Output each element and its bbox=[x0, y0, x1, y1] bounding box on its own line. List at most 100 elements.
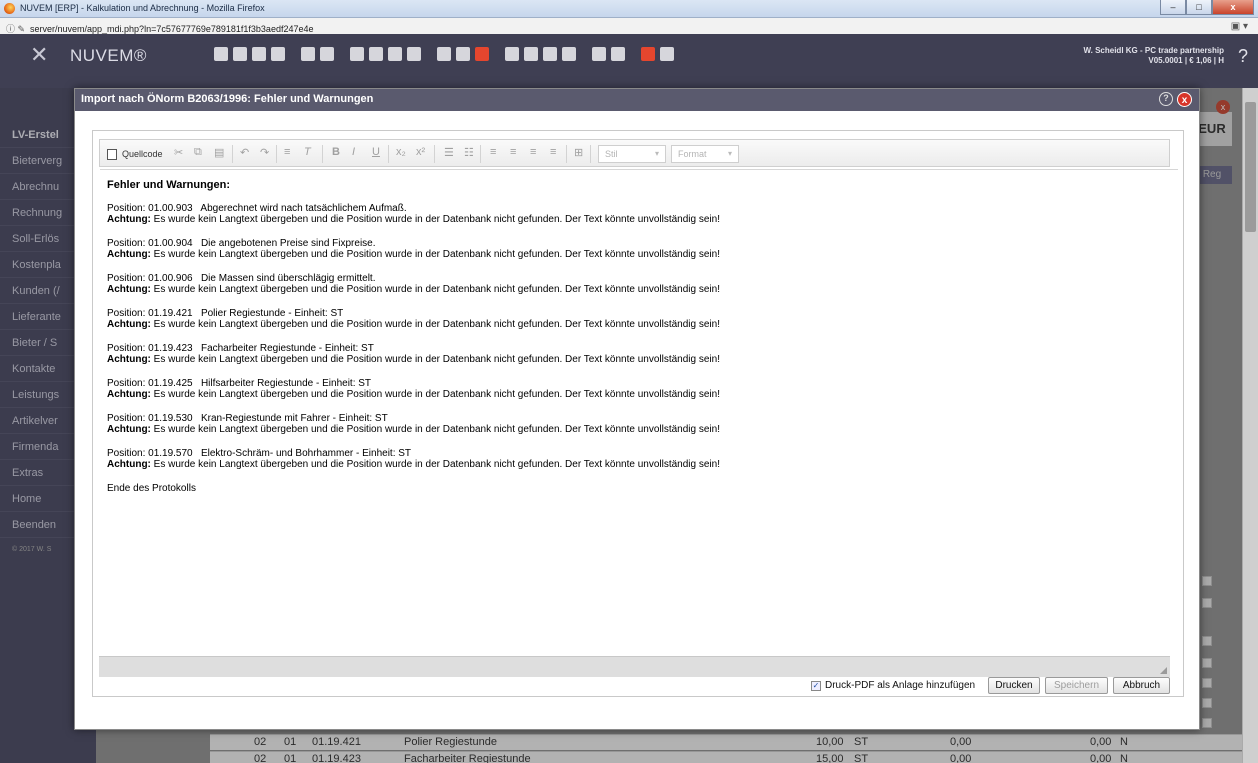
edit-icon[interactable] bbox=[456, 47, 470, 61]
chevron-down-icon: ▾ bbox=[654, 149, 659, 158]
notifications-icon[interactable] bbox=[660, 47, 674, 61]
warning-label: Achtung: bbox=[107, 319, 151, 330]
dialog-close-icon[interactable]: x bbox=[1177, 92, 1192, 107]
warning-line: Achtung: Es wurde kein Langtext übergebe… bbox=[107, 389, 1171, 400]
toolbar-separator bbox=[566, 145, 567, 163]
paste-icon[interactable]: ▤ bbox=[214, 146, 224, 159]
export-icon[interactable] bbox=[592, 47, 606, 61]
warning-text: Es wurde kein Langtext übergeben und die… bbox=[150, 249, 720, 260]
remove-format-icon[interactable]: T bbox=[304, 146, 311, 158]
dialog-help-icon[interactable]: ? bbox=[1159, 92, 1173, 106]
warning-line: Achtung: Es wurde kein Langtext übergebe… bbox=[107, 284, 1171, 295]
warning-line: Achtung: Es wurde kein Langtext übergebe… bbox=[107, 319, 1171, 330]
toolbar-separator bbox=[276, 145, 277, 163]
numbered-list-icon[interactable]: ☰ bbox=[444, 146, 454, 159]
format-select[interactable]: Format ▾ bbox=[671, 145, 739, 163]
paste-icon[interactable] bbox=[388, 47, 402, 61]
main-toolbar bbox=[214, 47, 674, 61]
search-icon[interactable] bbox=[437, 47, 451, 61]
warning-text: Es wurde kein Langtext übergeben und die… bbox=[150, 424, 720, 435]
delete-icon[interactable] bbox=[475, 47, 489, 61]
resize-handle-icon[interactable] bbox=[1160, 667, 1167, 674]
browser-menu-icon[interactable]: ▣ ▾ bbox=[1231, 21, 1248, 32]
superscript-icon[interactable]: x² bbox=[416, 146, 425, 158]
app-header: ✕ NUVEM® W. Scheidl KG - PC trade partne… bbox=[0, 34, 1258, 88]
version-info: V05.0001 | € 1,06 | H bbox=[1148, 56, 1224, 65]
import-icon[interactable] bbox=[611, 47, 625, 61]
align-justify-icon[interactable]: ≡ bbox=[550, 146, 556, 158]
editor-content[interactable]: Fehler und Warnungen: Position: 01.00.90… bbox=[100, 169, 1178, 649]
warning-line: Achtung: Es wurde kein Langtext übergebe… bbox=[107, 354, 1171, 365]
warning-label: Achtung: bbox=[107, 354, 151, 365]
cancel-button[interactable]: Abbruch bbox=[1113, 677, 1170, 694]
print-button[interactable]: Drucken bbox=[988, 677, 1040, 694]
copy-icon[interactable]: ⧉ bbox=[194, 146, 202, 159]
align-left-icon[interactable]: ≡ bbox=[490, 146, 496, 158]
toolbar-separator bbox=[290, 47, 296, 61]
underline-icon[interactable]: U bbox=[372, 146, 380, 158]
style-select-label: Stil bbox=[605, 149, 618, 159]
source-code-icon bbox=[107, 149, 117, 160]
page-scrollbar[interactable] bbox=[1242, 88, 1258, 763]
list-item: Position: 01.19.423 Facharbeiter Regiest… bbox=[107, 343, 1171, 365]
warning-text: Es wurde kein Langtext übergeben und die… bbox=[150, 214, 720, 225]
editor-status-bar bbox=[99, 656, 1170, 677]
users-icon[interactable] bbox=[407, 47, 421, 61]
warning-line: Achtung: Es wurde kein Langtext übergebe… bbox=[107, 424, 1171, 435]
align-icon[interactable]: ≡ bbox=[284, 146, 290, 158]
position-line: Position: 01.19.530 Kran-Regiestunde mit… bbox=[107, 413, 388, 424]
window-close-button[interactable]: x bbox=[1212, 0, 1254, 15]
redo-icon[interactable]: ↷ bbox=[260, 146, 269, 159]
undo-icon[interactable] bbox=[320, 47, 334, 61]
position-line: Position: 01.00.906 Die Massen sind über… bbox=[107, 273, 376, 284]
warning-label: Achtung: bbox=[107, 284, 151, 295]
attach-pdf-checkbox[interactable]: ✓ bbox=[811, 681, 821, 691]
company-name: W. Scheidl KG - PC trade partnership bbox=[1083, 46, 1224, 55]
prev-record-icon[interactable] bbox=[524, 47, 538, 61]
bold-icon[interactable]: B bbox=[332, 146, 340, 158]
subscript-icon[interactable]: x₂ bbox=[396, 146, 406, 158]
style-select[interactable]: Stil ▾ bbox=[598, 145, 666, 163]
save-button[interactable]: Speichern bbox=[1045, 677, 1108, 694]
print-icon[interactable] bbox=[271, 47, 285, 61]
cut-icon[interactable] bbox=[369, 47, 383, 61]
save-icon[interactable] bbox=[252, 47, 266, 61]
source-code-button[interactable]: Quellcode bbox=[107, 145, 163, 163]
position-line: Position: 01.00.904 Die angebotenen Prei… bbox=[107, 238, 376, 249]
bullet-list-icon[interactable]: ☷ bbox=[464, 146, 474, 159]
toolbar-separator bbox=[426, 47, 432, 61]
last-record-icon[interactable] bbox=[562, 47, 576, 61]
align-center-icon[interactable]: ≡ bbox=[510, 146, 516, 158]
undo-icon[interactable]: ↶ bbox=[240, 146, 249, 159]
new-icon[interactable] bbox=[214, 47, 228, 61]
position-line: Position: 01.19.570 Elektro-Schräm- und … bbox=[107, 448, 412, 459]
next-record-icon[interactable] bbox=[543, 47, 557, 61]
align-right-icon[interactable]: ≡ bbox=[530, 146, 536, 158]
refresh-icon[interactable] bbox=[301, 47, 315, 61]
cut-icon[interactable]: ✂ bbox=[174, 146, 183, 159]
table-icon[interactable]: ⊞ bbox=[574, 146, 583, 159]
position-line: Position: 01.19.425 Hilfsarbeiter Regies… bbox=[107, 378, 372, 389]
list-item: Position: 01.19.425 Hilfsarbeiter Regies… bbox=[107, 378, 1171, 400]
italic-icon[interactable]: I bbox=[352, 146, 355, 158]
copy-icon[interactable] bbox=[350, 47, 364, 61]
warning-label: Achtung: bbox=[107, 214, 151, 225]
list-item: Position: 01.19.570 Elektro-Schräm- und … bbox=[107, 448, 1171, 470]
list-item: Position: 01.00.906 Die Massen sind über… bbox=[107, 273, 1171, 295]
warning-label: Achtung: bbox=[107, 389, 151, 400]
rich-text-editor: Quellcode ✂ ⧉ ▤ ↶ ↷ ≡ T B I U x₂ x² ☰ ☷ … bbox=[92, 130, 1184, 697]
first-record-icon[interactable] bbox=[505, 47, 519, 61]
browser-title-bar: NUVEM [ERP] - Kalkulation und Abrechnung… bbox=[0, 0, 1258, 18]
position-line: Position: 01.19.423 Facharbeiter Regiest… bbox=[107, 343, 374, 354]
toolbar-separator bbox=[388, 145, 389, 163]
scrollbar-thumb[interactable] bbox=[1245, 102, 1256, 232]
list-item: Position: 01.00.904 Die angebotenen Prei… bbox=[107, 238, 1171, 260]
menu-toggle-icon[interactable]: ✕ bbox=[30, 42, 48, 68]
minimize-button[interactable]: – bbox=[1160, 0, 1186, 15]
open-icon[interactable] bbox=[233, 47, 247, 61]
power-icon[interactable] bbox=[641, 47, 655, 61]
import-errors-dialog: Import nach ÖNorm B2063/1996: Fehler und… bbox=[74, 88, 1200, 730]
help-icon[interactable]: ? bbox=[1238, 46, 1248, 67]
warning-label: Achtung: bbox=[107, 249, 151, 260]
maximize-button[interactable]: □ bbox=[1186, 0, 1212, 15]
